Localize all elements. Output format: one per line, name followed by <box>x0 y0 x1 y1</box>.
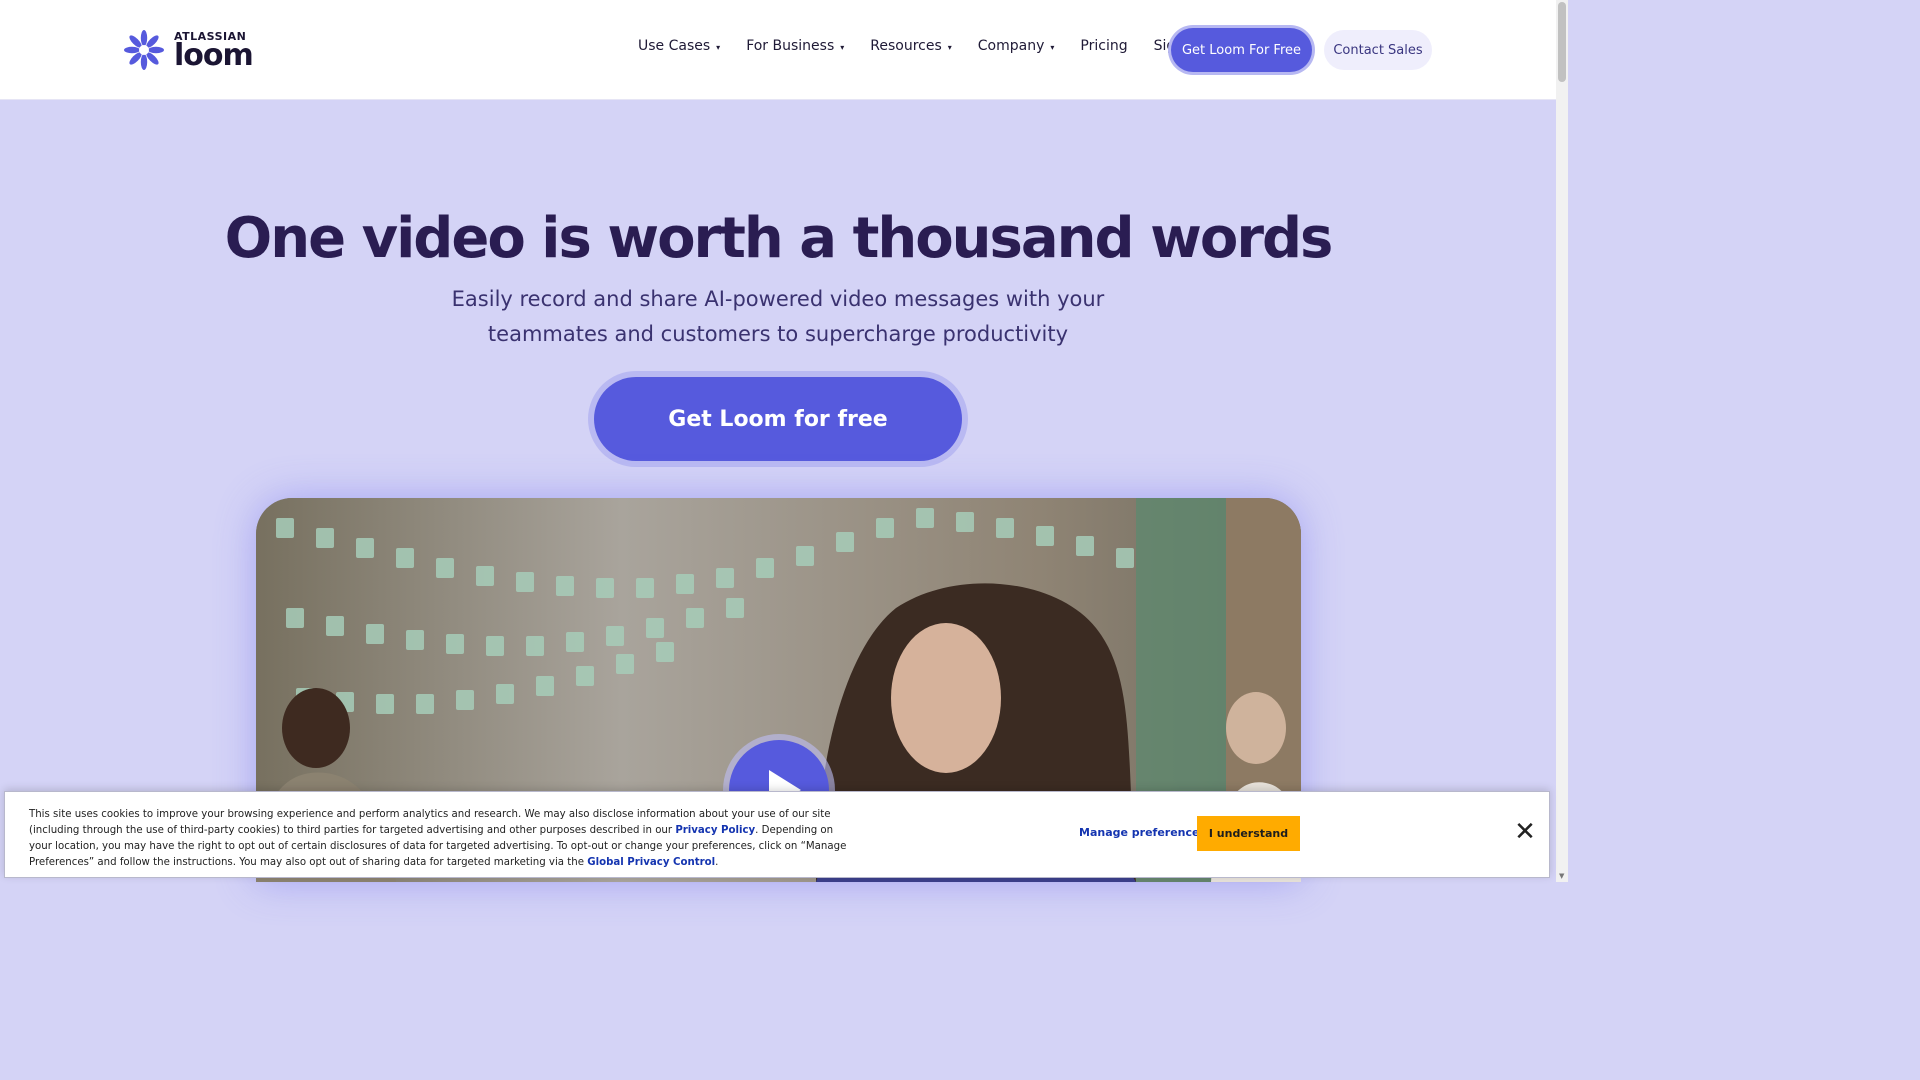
hero-subtitle-line-1: Easily record and share AI-powered video… <box>451 287 1105 311</box>
hero-subtitle: Easily record and share AI-powered video… <box>440 282 1116 352</box>
loom-starburst-icon <box>124 30 164 70</box>
nav-pricing[interactable]: Pricing <box>1080 38 1127 54</box>
nav-use-cases[interactable]: Use Cases ▾ <box>638 38 720 54</box>
cookie-notice-text: This site uses cookies to improve your b… <box>29 807 855 871</box>
scrollbar-thumb[interactable] <box>1558 2 1566 82</box>
caret-down-icon: ▾ <box>947 43 952 52</box>
manage-preferences-button[interactable]: Manage preferences <box>1079 826 1206 839</box>
nav-company[interactable]: Company ▾ <box>978 38 1055 54</box>
nav-label: Pricing <box>1080 38 1128 54</box>
nav-resources[interactable]: Resources ▾ <box>870 38 952 54</box>
hero-get-loom-button[interactable]: Get Loom for free <box>594 377 962 461</box>
caret-down-icon: ▾ <box>716 43 721 52</box>
page-scrollbar[interactable]: ▼ <box>1556 0 1568 882</box>
scroll-down-arrow-icon[interactable]: ▼ <box>1559 872 1564 880</box>
caret-down-icon: ▾ <box>840 43 845 52</box>
i-understand-button[interactable]: I understand <box>1197 816 1300 851</box>
global-privacy-control-link[interactable]: Global Privacy Control <box>587 857 715 868</box>
caret-down-icon: ▾ <box>1050 43 1055 52</box>
contact-sales-button[interactable]: Contact Sales <box>1324 30 1432 70</box>
nav-for-business[interactable]: For Business ▾ <box>746 38 844 54</box>
loom-logo[interactable]: ATLASSIAN loom <box>124 30 254 73</box>
cookie-text-part-3: . <box>715 857 719 868</box>
nav-label: Use Cases <box>638 38 711 54</box>
get-loom-free-button[interactable]: Get Loom For Free <box>1171 28 1312 72</box>
hero-subtitle-line-2: teammates and customers to supercharge p… <box>487 322 1069 346</box>
logo-wordmark: ATLASSIAN loom <box>174 31 254 73</box>
nav-label: Resources <box>870 38 942 54</box>
nav-label: Company <box>977 38 1045 54</box>
site-header: ATLASSIAN loom Use Cases ▾ For Business … <box>0 0 1556 100</box>
nav-label: For Business <box>746 38 835 54</box>
cookie-banner: This site uses cookies to improve your b… <box>4 791 1550 878</box>
privacy-policy-link[interactable]: Privacy Policy <box>675 825 755 836</box>
logo-product: loom <box>174 38 254 73</box>
close-icon[interactable]: ✕ <box>1513 819 1537 845</box>
main-nav: Use Cases ▾ For Business ▾ Resources ▾ C… <box>638 38 1228 54</box>
hero-title: One video is worth a thousand words <box>224 206 1334 271</box>
